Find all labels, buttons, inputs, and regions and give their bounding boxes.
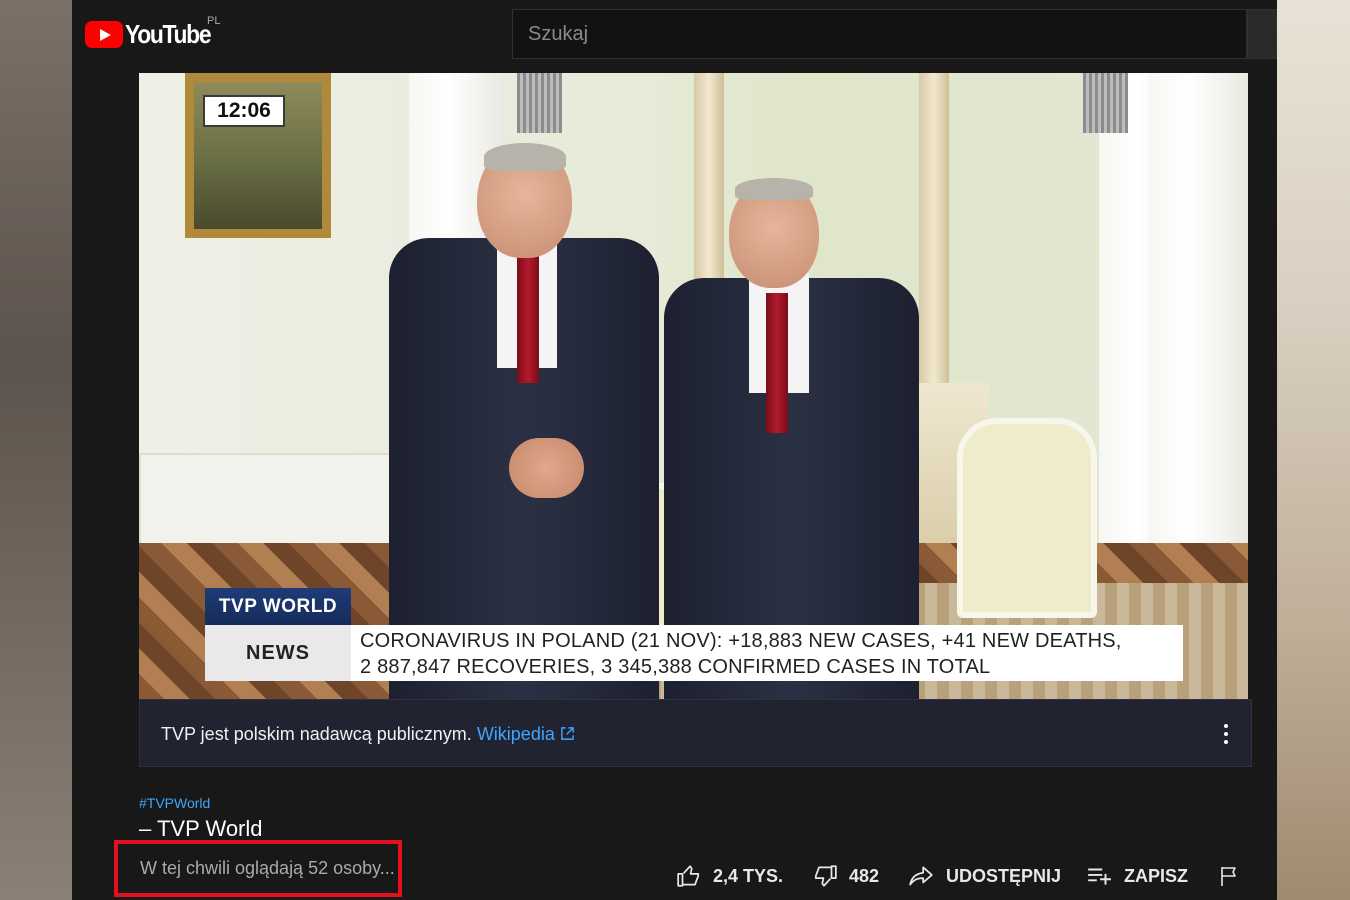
share-icon (909, 866, 933, 886)
handshake (509, 438, 584, 498)
news-ticker-bar: NEWS CORONAVIRUS IN POLAND (21 NOV): +18… (205, 625, 1183, 681)
add-to-playlist-icon (1088, 868, 1111, 885)
youtube-logo[interactable]: YouTube (85, 19, 222, 49)
external-link-icon[interactable] (560, 726, 575, 741)
thumbs-down-icon (814, 865, 837, 887)
clock-overlay: 12:06 (203, 95, 285, 127)
video-player[interactable]: 12:06 TVP WORLD NEWS CORONAVIRUS IN POLA… (139, 73, 1248, 699)
save-button[interactable]: ZAPISZ (1085, 862, 1188, 890)
thumbs-up-icon (677, 865, 700, 887)
flag-icon (1221, 867, 1236, 886)
information-panel: TVP jest polskim nadawcą publicznym. Wiki… (139, 699, 1252, 767)
search-box[interactable] (512, 9, 1247, 59)
blurred-background-right (1277, 0, 1350, 900)
search-button[interactable] (1247, 9, 1277, 59)
search-input[interactable] (513, 10, 1246, 58)
youtube-window: YouTube PL Szukaj 12:06 TVP WORLD NEWS C… (72, 0, 1277, 900)
news-label: NEWS (205, 625, 351, 681)
dislike-button[interactable]: 482 (812, 862, 879, 890)
report-button[interactable] (1218, 862, 1253, 890)
news-ticker-text: CORONAVIRUS IN POLAND (21 NOV): +18,883 … (360, 630, 1122, 678)
like-button[interactable]: 2,4 TYS. (676, 862, 783, 890)
info-panel-text: TVP jest polskim nadawcą publicznym. Wiki… (161, 724, 555, 744)
live-viewers-count: W tej chwili oglądają 52 osoby... (114, 840, 402, 897)
hashtag-link[interactable]: #TVPWorld (139, 795, 210, 811)
region-code: PL (207, 15, 221, 27)
tvp-world-badge: TVP WORLD (205, 588, 351, 625)
more-options-icon[interactable] (1218, 722, 1234, 746)
play-icon (85, 20, 123, 48)
wikipedia-link[interactable]: Wikipedia (477, 724, 555, 744)
logo-text: YouTube (125, 18, 212, 49)
blurred-background-left (0, 0, 72, 900)
video-title: – TVP World (139, 816, 263, 841)
share-button[interactable]: UDOSTĘPNIJ (907, 862, 1061, 890)
chair (957, 418, 1097, 618)
